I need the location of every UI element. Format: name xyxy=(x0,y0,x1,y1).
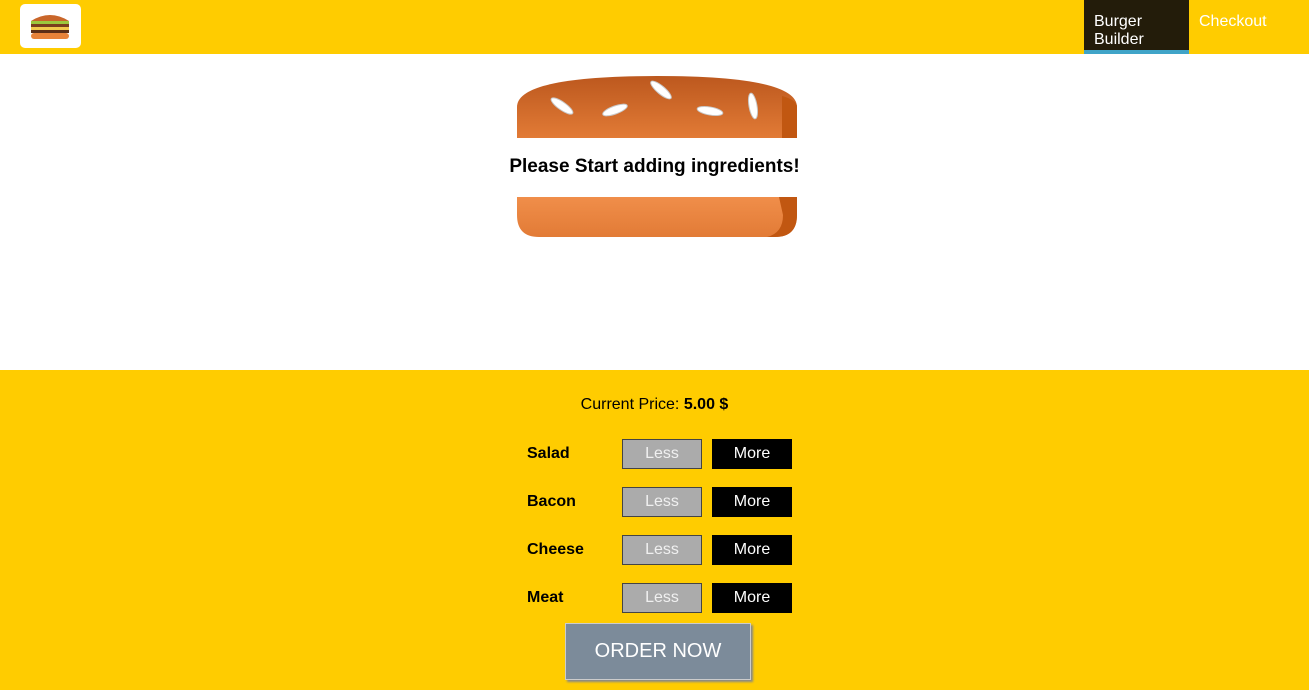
bacon-less-button[interactable]: Less xyxy=(622,487,702,517)
logo[interactable] xyxy=(20,4,81,48)
nav-checkout[interactable]: Checkout xyxy=(1189,0,1309,54)
ingredient-label: Cheese xyxy=(527,541,584,558)
ingredient-label: Bacon xyxy=(527,493,576,510)
cheese-less-button[interactable]: Less xyxy=(622,535,702,565)
bread-top xyxy=(517,76,797,138)
cheese-more-button[interactable]: More xyxy=(712,535,792,565)
toolbar: Burger Builder Checkout xyxy=(0,0,1309,54)
burger-preview: Please Start adding ingredients! xyxy=(0,54,1309,370)
burger-logo-icon xyxy=(31,15,69,39)
bread-bottom xyxy=(517,197,797,237)
nav-burger-builder[interactable]: Burger Builder xyxy=(1084,0,1189,54)
price-label: Current Price: xyxy=(580,396,680,413)
meat-more-button[interactable]: More xyxy=(712,583,792,613)
ingredient-control-cheese: Cheese Less More xyxy=(527,535,797,565)
meat-less-button[interactable]: Less xyxy=(622,583,702,613)
empty-burger-prompt: Please Start adding ingredients! xyxy=(509,156,800,177)
order-now-button[interactable]: ORDER NOW xyxy=(565,623,751,680)
ingredient-label: Salad xyxy=(527,445,570,462)
current-price: Current Price: 5.00 $ xyxy=(0,396,1309,414)
ingredient-label: Meat xyxy=(527,589,564,606)
build-controls: Current Price: 5.00 $ Salad Less More Ba… xyxy=(0,370,1309,690)
main-nav: Burger Builder Checkout xyxy=(1084,0,1309,54)
bacon-more-button[interactable]: More xyxy=(712,487,792,517)
salad-more-button[interactable]: More xyxy=(712,439,792,469)
ingredient-control-bacon: Bacon Less More xyxy=(527,487,797,517)
ingredient-control-salad: Salad Less More xyxy=(527,439,797,469)
ingredient-control-meat: Meat Less More xyxy=(527,583,797,613)
salad-less-button[interactable]: Less xyxy=(622,439,702,469)
price-value: 5.00 $ xyxy=(683,396,729,413)
